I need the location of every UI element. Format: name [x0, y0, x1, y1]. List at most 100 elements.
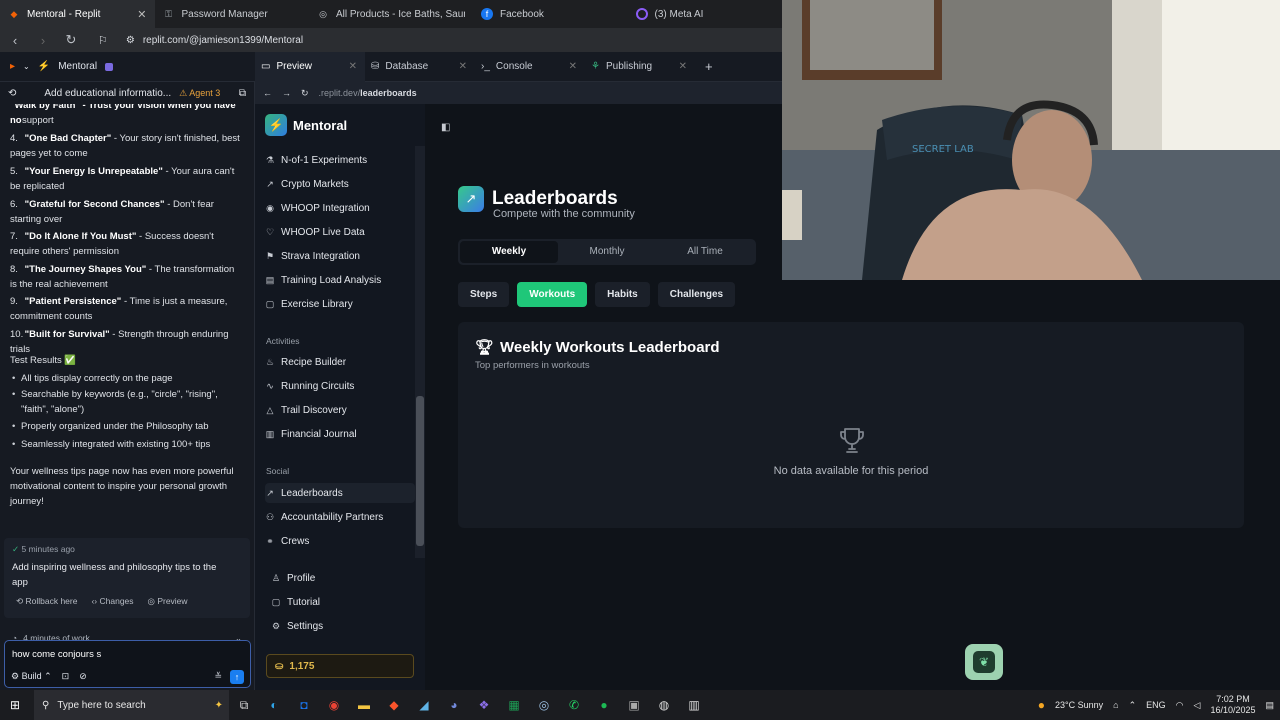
tab-challenges[interactable]: Challenges — [657, 282, 736, 307]
network-icon[interactable]: ⌂ — [1113, 700, 1118, 710]
sidebar-item-recipe[interactable]: ♨ Recipe Builder — [265, 352, 415, 372]
sidebar-item-trail[interactable]: △ Trail Discovery — [265, 400, 415, 420]
photos-icon[interactable]: ▣ — [619, 690, 649, 720]
weather-text[interactable]: 23°C Sunny — [1055, 700, 1103, 710]
app-logo[interactable]: ⚡ Mentoral — [265, 114, 347, 136]
sidebar-item-n-of-1[interactable]: ⚗ N-of-1 Experiments — [265, 150, 415, 170]
close-tab-icon[interactable]: ✕ — [137, 8, 146, 21]
sidebar-item-accountability[interactable]: ⚇ Accountability Partners — [265, 507, 415, 527]
screenshot-icon[interactable]: ⊡ — [62, 671, 70, 682]
whatsapp-icon[interactable]: ✆ — [559, 690, 589, 720]
back-icon[interactable]: ‹ — [8, 33, 22, 48]
app-icon[interactable]: ◢ — [409, 690, 439, 720]
tab-habits[interactable]: Habits — [595, 282, 650, 307]
steam-icon[interactable]: ◎ — [529, 690, 559, 720]
points-badge[interactable]: ⛀ 1,175 — [266, 654, 414, 678]
site-info-icon[interactable]: ⚙ — [126, 35, 135, 46]
tab-workouts[interactable]: Workouts — [517, 282, 588, 307]
edge-icon[interactable]: ◐ — [259, 690, 289, 720]
close-icon[interactable]: ✕ — [459, 61, 467, 72]
new-chat-icon[interactable]: ⧉ — [239, 88, 246, 99]
chrome-icon[interactable]: ◉ — [319, 690, 349, 720]
scrollbar-thumb[interactable] — [416, 396, 424, 546]
sidebar-item-crews[interactable]: ⚭ Crews — [265, 531, 415, 551]
settings-sliders-icon[interactable]: ≚ — [214, 671, 222, 682]
file-explorer-icon[interactable]: ▬ — [349, 690, 379, 720]
floating-action-button[interactable]: ❦ — [965, 644, 1003, 680]
language-indicator[interactable]: ENG — [1146, 700, 1166, 710]
discord-icon[interactable]: ◕ — [439, 690, 469, 720]
changes-button[interactable]: ‹› Changes — [91, 596, 133, 607]
history-icon[interactable]: ⟲ — [8, 88, 16, 99]
reload-icon[interactable]: ↻ — [301, 88, 309, 99]
task-view-icon[interactable]: ⧉ — [229, 690, 259, 720]
close-icon[interactable]: ✕ — [569, 61, 577, 72]
tab-steps[interactable]: Steps — [458, 282, 510, 307]
preview-url[interactable]: .replit.dev/leaderboards — [319, 88, 417, 98]
calendar-icon[interactable]: ▥ — [679, 690, 709, 720]
clock[interactable]: 7:02 PM 16/10/2025 — [1210, 694, 1255, 716]
bookmark-icon[interactable]: ⚐ — [98, 34, 108, 47]
browser-tab-meta-ai[interactable]: (3) Meta AI — [628, 0, 783, 28]
sidebar-item-profile[interactable]: ♙ Profile — [271, 568, 421, 588]
browser-tab-mentoral[interactable]: ◆ Mentoral - Replit ✕ — [0, 0, 155, 28]
sidebar-item-tutorial[interactable]: ▢ Tutorial — [271, 592, 421, 612]
chevron-up-icon[interactable]: ⌃ — [1129, 700, 1137, 711]
sidebar-item-running[interactable]: ∿ Running Circuits — [265, 376, 415, 396]
browser-tab-products[interactable]: ◎ All Products - Ice Baths, Saunas & Re — [309, 0, 473, 28]
back-icon[interactable]: ← — [263, 88, 272, 98]
copilot-icon[interactable]: ❖ — [469, 690, 499, 720]
close-icon[interactable]: ✕ — [349, 61, 357, 72]
tab-database[interactable]: ⛁ Database ✕ — [365, 52, 475, 82]
outlook-icon[interactable]: ◘ — [289, 690, 319, 720]
tab-console[interactable]: ›_ Console ✕ — [475, 52, 585, 82]
windows-start-icon[interactable]: ⊞ — [0, 690, 30, 720]
replit-menu-icon[interactable]: ▸ — [10, 61, 15, 72]
sidebar-item-crypto[interactable]: ↗ Crypto Markets — [265, 174, 415, 194]
tab-publishing[interactable]: ⚘ Publishing ✕ — [585, 52, 695, 82]
obs-icon[interactable]: ◍ — [649, 690, 679, 720]
taskbar-search[interactable]: ⚲ Type here to search ✦ — [34, 690, 229, 720]
wifi-icon[interactable]: ◠ — [1176, 700, 1184, 711]
sidebar-item-settings[interactable]: ⚙ Settings — [271, 616, 421, 636]
url-bar[interactable]: ⚐ ⚙ replit.com/@jamieson1399/Mentoral — [92, 30, 782, 50]
forward-icon[interactable]: › — [36, 33, 50, 48]
brave-icon[interactable]: ◆ — [379, 690, 409, 720]
browser-tab-facebook[interactable]: f Facebook — [473, 0, 628, 28]
volume-icon[interactable]: ◁ — [1194, 700, 1201, 711]
tab-weekly[interactable]: Weekly — [460, 241, 558, 263]
forward-icon[interactable]: → — [282, 88, 291, 98]
sidebar-toggle-icon[interactable]: ◧ — [441, 122, 450, 133]
test-results-heading: Test Results ✅ — [10, 355, 77, 366]
close-icon[interactable]: ✕ — [679, 61, 687, 72]
sidebar-item-whoop[interactable]: ◉ WHOOP Integration — [265, 198, 415, 218]
sidebar-item-exercise-library[interactable]: ▢ Exercise Library — [265, 294, 415, 314]
weather-icon[interactable]: ● — [1038, 698, 1045, 712]
attach-icon[interactable]: ⊘ — [79, 671, 87, 682]
agent-task-title[interactable]: Add educational informatio... — [44, 88, 171, 99]
sidebar-item-financial[interactable]: ▥ Financial Journal — [265, 424, 415, 444]
tab-all-time[interactable]: All Time — [656, 241, 754, 263]
build-mode-button[interactable]: ⚙ Build ⌃ — [11, 671, 52, 682]
notifications-icon[interactable]: ▤ — [1265, 700, 1274, 711]
rollback-button[interactable]: ⟲ Rollback here — [16, 596, 77, 607]
sidebar-item-strava[interactable]: ⚑ Strava Integration — [265, 246, 415, 266]
agent-input-value[interactable]: how come conjours s — [12, 649, 101, 660]
chevron-down-icon[interactable]: ⌄ — [23, 62, 30, 71]
sidebar-item-leaderboards[interactable]: ↗ Leaderboards — [265, 483, 415, 503]
preview-button[interactable]: ◎ Preview — [148, 596, 188, 607]
excel-icon[interactable]: ▦ — [499, 690, 529, 720]
agent-input[interactable]: how come conjours s ⚙ Build ⌃ ⊡ ⊘ ≚ ↑ — [4, 640, 251, 688]
new-tab-icon[interactable]: + — [705, 59, 713, 74]
sidebar-scrollbar[interactable] — [415, 146, 425, 558]
tab-monthly[interactable]: Monthly — [558, 241, 656, 263]
sidebar-item-training-load[interactable]: ▤ Training Load Analysis — [265, 270, 415, 290]
spotify-icon[interactable]: ● — [589, 690, 619, 720]
send-button[interactable]: ↑ — [230, 670, 244, 684]
reload-icon[interactable]: ↻ — [64, 32, 78, 48]
sidebar-item-whoop-live[interactable]: ♡ WHOOP Live Data — [265, 222, 415, 242]
browser-tab-password[interactable]: ⚿ Password Manager — [155, 0, 310, 28]
project-name[interactable]: Mentoral — [58, 61, 97, 72]
tab-preview[interactable]: ▭ Preview ✕ — [255, 51, 365, 82]
chat-scroll-area[interactable]: "Walk by Faith" - Trust your vision when… — [0, 104, 255, 674]
